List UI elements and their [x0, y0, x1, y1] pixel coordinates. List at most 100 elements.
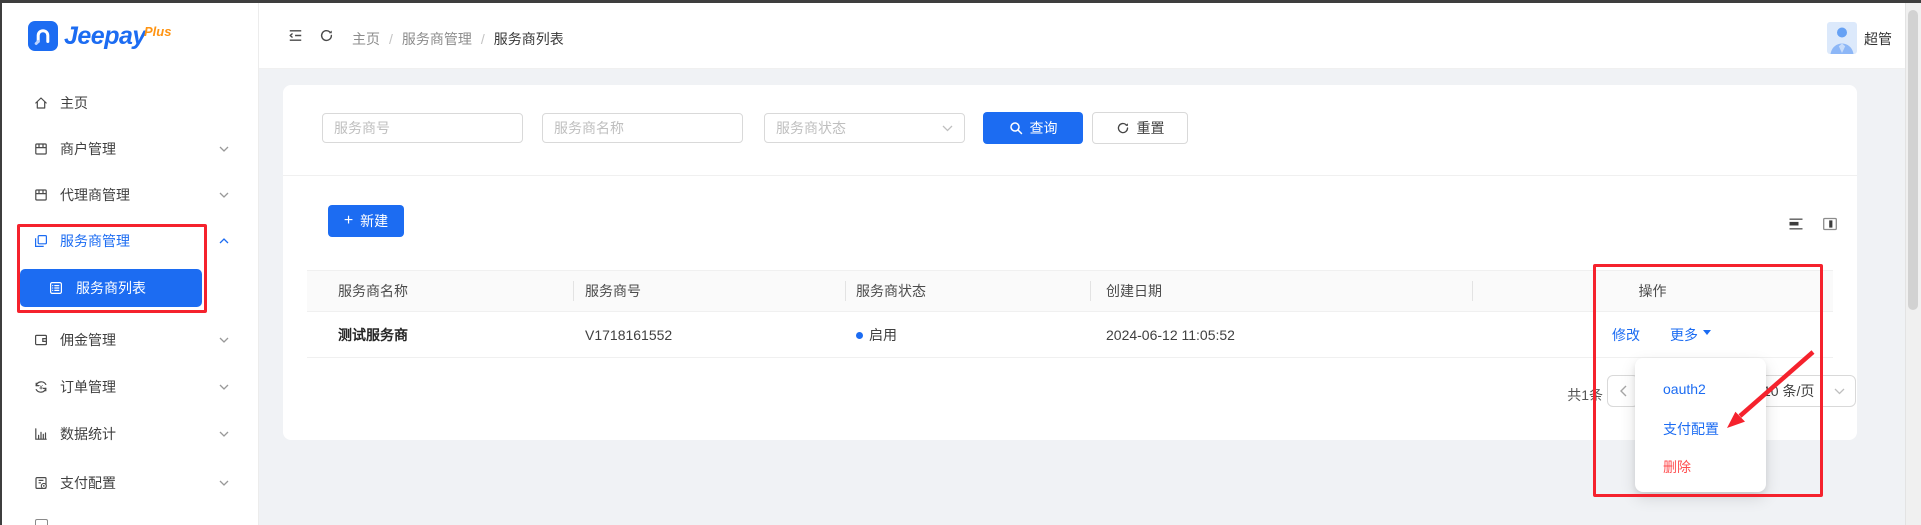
- breadcrumb-home[interactable]: 主页: [352, 29, 380, 49]
- caret-down-icon: [1703, 330, 1711, 339]
- sidebar-item-label: 主页: [60, 93, 88, 113]
- app-screen: Jeepay Plus 主页 商户管理 代理商管理 服务商管理 服务商列表 佣金…: [0, 0, 1921, 525]
- pay-config-icon: [33, 475, 49, 491]
- chevron-down-icon: [219, 384, 229, 390]
- dropdown-item-delete[interactable]: 删除: [1663, 457, 1691, 477]
- chevron-down-icon: [1834, 388, 1845, 395]
- sidebar-item-agent-mgmt[interactable]: 代理商管理: [2, 175, 258, 215]
- refresh-page-button[interactable]: [319, 28, 334, 48]
- scrollbar-thumb[interactable]: [1908, 10, 1918, 310]
- logo-glyph: [32, 25, 54, 47]
- breadcrumb-current-page: 服务商列表: [494, 29, 564, 49]
- menu-fold-icon: [287, 27, 304, 44]
- breadcrumb-separator: /: [481, 31, 485, 47]
- sidebar-item-home[interactable]: 主页: [2, 83, 258, 123]
- sidebar-item-label: 代理商管理: [60, 185, 130, 205]
- sidebar-item-statistics[interactable]: 数据统计: [2, 414, 258, 454]
- header-separator: [845, 281, 846, 301]
- chevron-down-icon: [219, 480, 229, 486]
- current-user-label[interactable]: 超管: [1864, 29, 1892, 49]
- cell-status: 启用: [869, 312, 897, 358]
- sidebar-item-label: 数据统计: [60, 424, 116, 444]
- sidebar-item-service-provider-list[interactable]: 服务商列表: [20, 269, 202, 307]
- chevron-down-icon: [219, 337, 229, 343]
- dropdown-item-pay-config[interactable]: 支付配置: [1663, 419, 1719, 439]
- sidebar-item-label: 订单管理: [60, 377, 116, 397]
- jeepay-logo-icon: [28, 21, 58, 51]
- more-label: 更多: [1670, 327, 1698, 343]
- brand-name: Jeepay: [64, 22, 146, 51]
- sidebar-item-merchant-mgmt[interactable]: 商户管理: [2, 129, 258, 169]
- search-button[interactable]: 查询: [983, 112, 1083, 144]
- page-size-value: 10 条/页: [1763, 381, 1814, 401]
- plus-icon: +: [344, 213, 353, 229]
- status-dot: [856, 332, 863, 339]
- header-separator: [573, 281, 574, 301]
- chevron-up-icon: [219, 238, 229, 244]
- column-settings-icon: [1821, 215, 1839, 233]
- sidebar-item-order-mgmt[interactable]: ¥ 订单管理: [2, 367, 258, 407]
- partially-visible-menu-icon: [35, 519, 48, 525]
- sidebar-item-label: 支付配置: [60, 473, 116, 493]
- more-dropdown-trigger[interactable]: 更多: [1670, 312, 1711, 358]
- search-button-label: 查询: [1030, 118, 1058, 138]
- sidebar-item-label: 佣金管理: [60, 330, 116, 350]
- dropdown-item-oauth2[interactable]: oauth2: [1663, 381, 1706, 397]
- column-settings-button[interactable]: [1821, 215, 1839, 238]
- header-separator: [1472, 281, 1473, 301]
- chevron-down-icon: [219, 431, 229, 437]
- chevron-left-icon: [1619, 385, 1627, 397]
- column-header-actions: 操作: [1472, 270, 1833, 312]
- sidebar-item-pay-config[interactable]: 支付配置: [2, 463, 258, 503]
- edit-link[interactable]: 修改: [1612, 312, 1640, 358]
- sidebar-item-label: 服务商管理: [60, 231, 130, 251]
- user-avatar[interactable]: [1827, 22, 1857, 59]
- list-icon: [48, 280, 64, 296]
- table-density-button[interactable]: [1787, 215, 1805, 238]
- create-new-button[interactable]: + 新建: [328, 205, 404, 237]
- column-header-no: 服务商号: [585, 270, 641, 312]
- sidebar-item-commission-mgmt[interactable]: 佣金管理: [2, 320, 258, 360]
- cell-created-date: 2024-06-12 11:05:52: [1106, 312, 1235, 358]
- sidebar-item-label: 商户管理: [60, 139, 116, 159]
- brand-suffix: Plus: [144, 24, 171, 39]
- chevron-down-icon: [219, 146, 229, 152]
- cell-provider-name: 测试服务商: [338, 312, 408, 358]
- commission-icon: [33, 332, 49, 348]
- collapse-sidebar-button[interactable]: [287, 27, 304, 49]
- order-icon: ¥: [33, 379, 49, 395]
- breadcrumb: 主页 / 服务商管理 / 服务商列表: [352, 29, 564, 49]
- reset-button[interactable]: 重置: [1092, 112, 1188, 144]
- column-header-name: 服务商名称: [338, 270, 408, 312]
- section-divider: [283, 175, 1857, 176]
- service-provider-status-select[interactable]: 服务商状态: [764, 113, 965, 143]
- search-icon: [1009, 121, 1023, 135]
- avatar-image: [1827, 22, 1857, 54]
- merchant-icon: [33, 141, 49, 157]
- breadcrumb-separator: /: [389, 31, 393, 47]
- reset-icon: [1116, 121, 1130, 135]
- agent-icon: [33, 187, 49, 203]
- header-separator: [1090, 281, 1091, 301]
- service-provider-name-input[interactable]: [542, 113, 743, 143]
- stats-icon: [33, 426, 49, 442]
- service-provider-no-input[interactable]: [322, 113, 523, 143]
- select-placeholder: 服务商状态: [776, 118, 846, 138]
- sidebar-item-service-provider-mgmt[interactable]: 服务商管理: [2, 221, 258, 261]
- chevron-down-icon: [942, 125, 953, 132]
- column-header-created: 创建日期: [1106, 270, 1162, 312]
- pagination-total: 共1条: [1530, 385, 1603, 405]
- table-row[interactable]: [307, 312, 1833, 358]
- sidebar-item-label: 服务商列表: [76, 278, 146, 298]
- column-header-status: 服务商状态: [856, 270, 926, 312]
- breadcrumb-service-provider-mgmt[interactable]: 服务商管理: [402, 29, 472, 49]
- refresh-icon: [319, 28, 334, 43]
- create-new-label: 新建: [360, 211, 388, 231]
- density-icon: [1787, 215, 1805, 233]
- chevron-down-icon: [219, 192, 229, 198]
- home-icon: [33, 95, 49, 111]
- svg-text:¥: ¥: [39, 384, 43, 391]
- service-provider-icon: [33, 233, 49, 249]
- reset-button-label: 重置: [1137, 118, 1165, 138]
- cell-provider-no: V1718161552: [585, 312, 672, 358]
